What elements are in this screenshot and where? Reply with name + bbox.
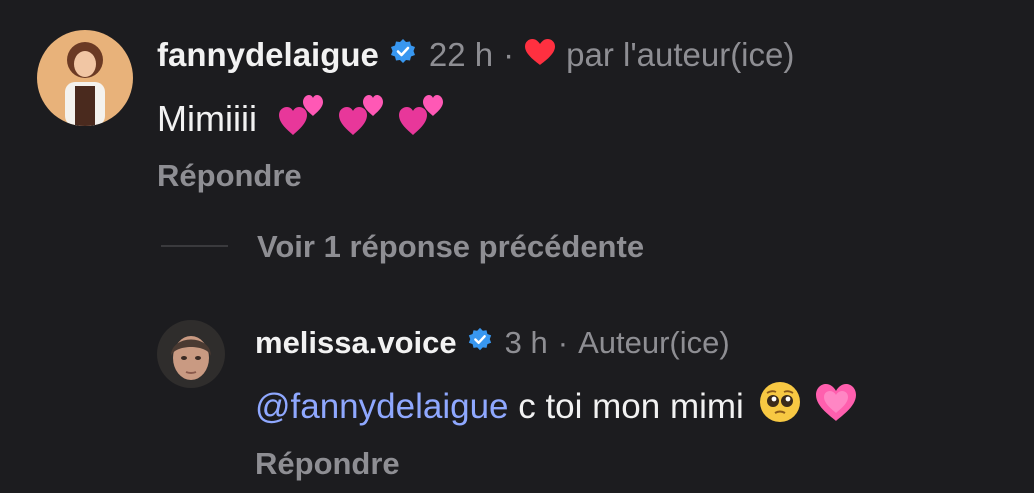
avatar-melissa-voice[interactable] [157, 320, 225, 388]
verified-badge-icon [467, 325, 493, 361]
view-previous-replies-button[interactable]: Voir 1 réponse précédente [257, 229, 644, 265]
thread-divider [161, 245, 228, 247]
reply-text: c toi mon mimi [508, 386, 744, 426]
comments-thread: fannydelaigue 22 h · par l'auteur(ice) M… [0, 0, 1034, 493]
meta-separator: · [557, 325, 569, 360]
liked-by-author-text: par l'auteur(ice) [566, 36, 795, 73]
verified-badge-icon [389, 36, 417, 74]
two-hearts-icon [397, 92, 447, 145]
reply-header: melissa.voice 3 h · Auteur(ice) [255, 325, 730, 361]
reply-username[interactable]: melissa.voice [255, 325, 457, 361]
comment-username[interactable]: fannydelaigue [157, 36, 379, 74]
reply-time: 3 h [504, 325, 548, 360]
pleading-face-icon [758, 380, 802, 433]
comment-header: fannydelaigue 22 h · par l'auteur(ice) [157, 36, 794, 74]
mention-link[interactable]: @fannydelaigue [255, 387, 509, 427]
meta-separator: · [503, 36, 515, 73]
reply-button[interactable]: Répondre [157, 158, 302, 194]
author-liked-heart-icon [524, 36, 556, 74]
author-badge-text: Auteur(ice) [578, 325, 730, 360]
comment-time: 22 h [428, 36, 494, 73]
comment-text: Mimiiii [157, 97, 257, 139]
comment-body: Mimiiii [157, 92, 447, 145]
reply-body: @fannydelaigue c toi mon mimi [255, 380, 858, 433]
two-hearts-icon [337, 92, 387, 145]
growing-heart-icon [814, 381, 858, 432]
reply-button[interactable]: Répondre [255, 446, 400, 482]
two-hearts-icon [277, 92, 327, 145]
avatar-fannydelaigue[interactable] [37, 30, 133, 126]
